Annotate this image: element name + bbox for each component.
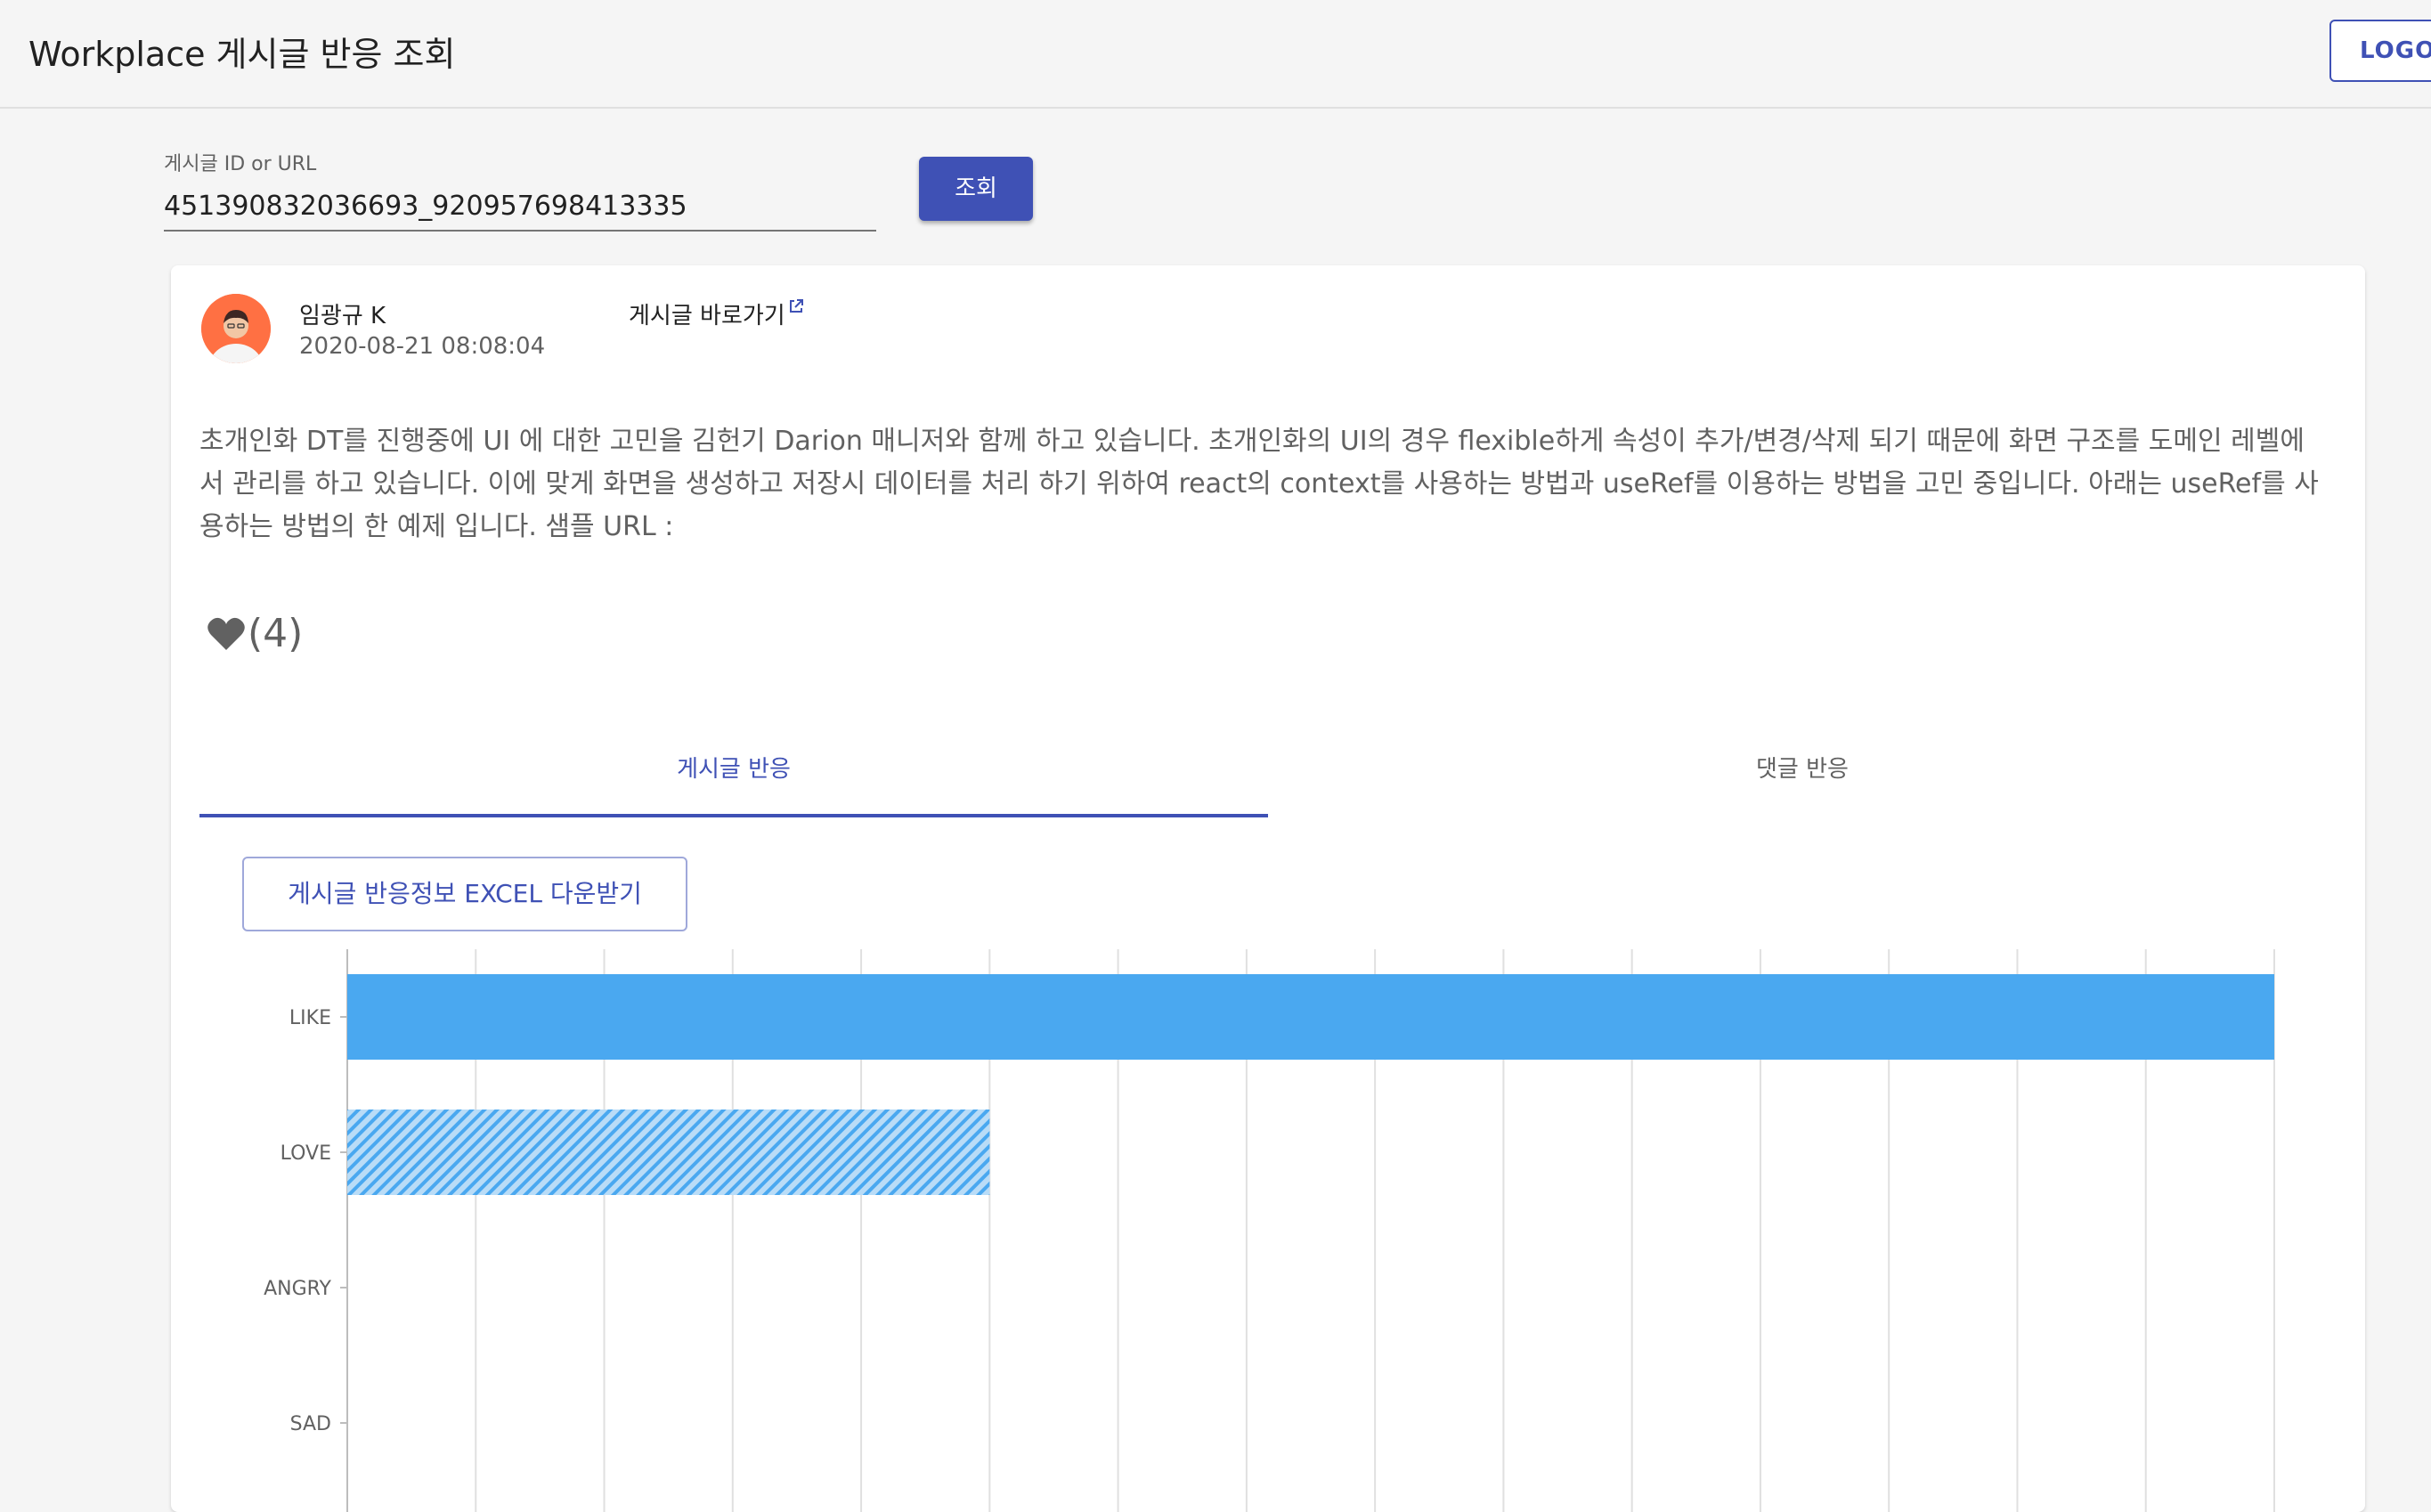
y-tick-label-sad: SAD bbox=[290, 1413, 331, 1435]
search-input-label: 게시글 ID or URL bbox=[164, 153, 317, 175]
post-link[interactable]: 게시글 바로가기 bbox=[629, 297, 805, 330]
heart-icon bbox=[207, 617, 245, 650]
avatar bbox=[201, 294, 271, 363]
post-link-label: 게시글 바로가기 bbox=[629, 303, 785, 329]
bar-love[interactable] bbox=[347, 1110, 990, 1195]
y-tick-label-angry: ANGRY bbox=[264, 1278, 331, 1300]
avatar-image bbox=[201, 294, 271, 363]
tab-comment-reactions[interactable]: 댓글 반응 bbox=[1268, 746, 2337, 817]
search-input[interactable] bbox=[164, 182, 876, 232]
author-name: 임광규 K bbox=[299, 303, 386, 329]
bar-like[interactable] bbox=[347, 974, 2274, 1060]
like-summary: (4) bbox=[207, 611, 303, 664]
search-button[interactable]: 조회 bbox=[919, 157, 1033, 221]
external-link-icon bbox=[789, 299, 803, 313]
page-title: Workplace 게시글 반응 조회 bbox=[28, 35, 456, 74]
post-card: 임광규 K 2020-08-21 08:08:04 게시글 바로가기 초개인화 … bbox=[171, 265, 2365, 1512]
y-tick-label-like: LIKE bbox=[289, 1007, 331, 1029]
app-bar: Workplace 게시글 반응 조회 LOGOUT bbox=[0, 0, 2431, 109]
logout-button[interactable]: LOGOUT bbox=[2329, 20, 2431, 82]
excel-download-button[interactable]: 게시글 반응정보 EXCEL 다운받기 bbox=[242, 857, 687, 931]
reaction-bar-chart: LIKE LOVE ANGRY SAD bbox=[264, 949, 2275, 1512]
y-tick-label-love: LOVE bbox=[280, 1142, 331, 1165]
like-count: (4) bbox=[248, 611, 304, 656]
tab-post-reactions[interactable]: 게시글 반응 bbox=[199, 746, 1268, 817]
post-body: 초개인화 DT를 진행중에 UI 에 대한 고민을 김헌기 Darion 매니저… bbox=[199, 426, 2319, 542]
post-date: 2020-08-21 08:08:04 bbox=[299, 333, 546, 360]
